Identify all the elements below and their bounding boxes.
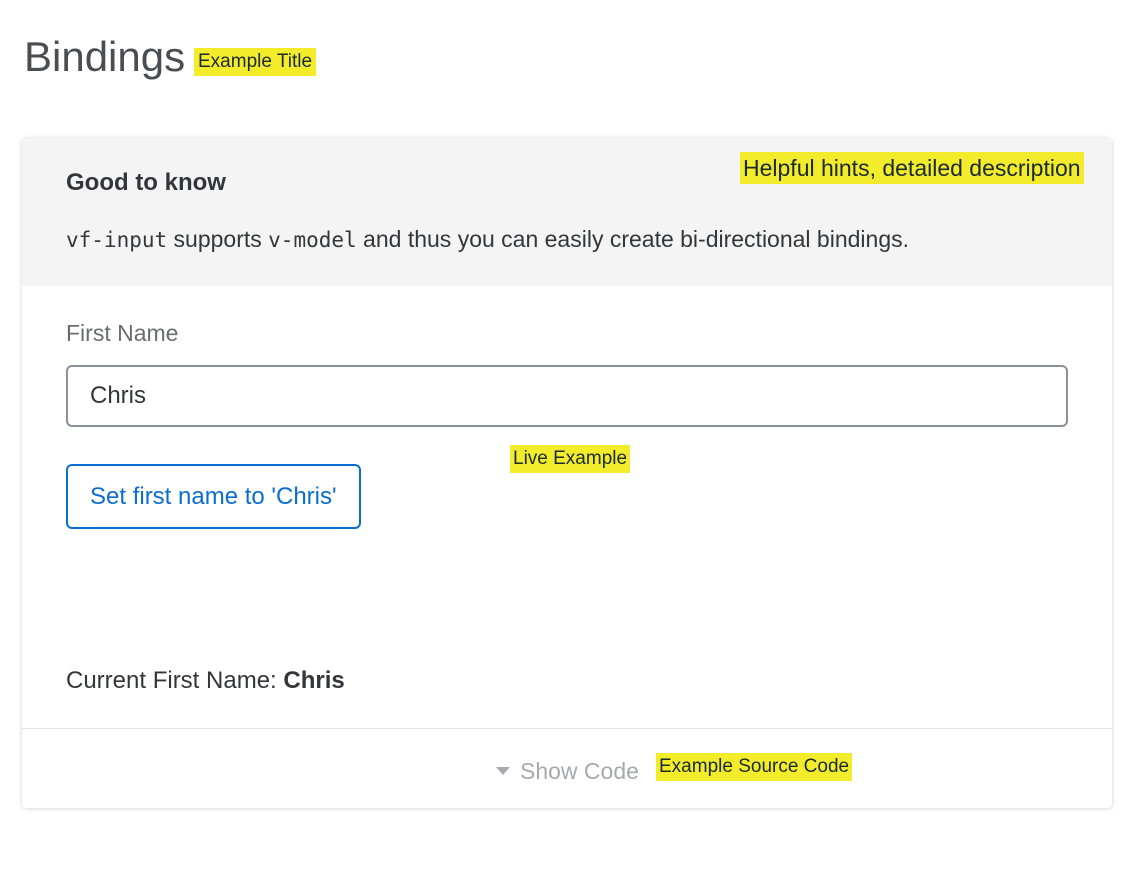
first-name-label: First Name [66,320,179,346]
current-first-name-label: Current First Name: [66,667,284,694]
page: Bindings Example Title Good to know vf-i… [0,0,1130,880]
annotation-example-title: Example Title [194,48,317,76]
caret-down-icon [496,767,510,775]
current-first-name: Current First Name: Chris [66,666,345,696]
current-first-name-value: Chris [283,667,345,694]
page-title: Bindings [24,33,186,80]
divider [22,728,1112,729]
hint-code-directive: v-model [268,228,357,252]
hint-text-part1: supports [167,226,269,252]
example-card: Good to know vf-input supports v-model a… [22,138,1112,808]
set-first-name-button[interactable]: Set first name to 'Chris' [66,464,361,529]
annotation-helpful-hints: Helpful hints, detailed description [740,152,1084,184]
hint-heading: Good to know [66,169,226,196]
show-code-label: Show Code [520,757,639,784]
hint-text: vf-input supports v-model and thus you c… [66,224,909,255]
hint-code-component: vf-input [66,228,168,252]
show-code-toggle[interactable]: Show Code [496,755,639,787]
annotation-live-example: Live Example [510,445,631,473]
first-name-input[interactable] [66,365,1068,427]
annotation-example-source-code: Example Source Code [656,753,853,781]
hint-text-part2: and thus you can easily create bi-direct… [356,226,909,252]
